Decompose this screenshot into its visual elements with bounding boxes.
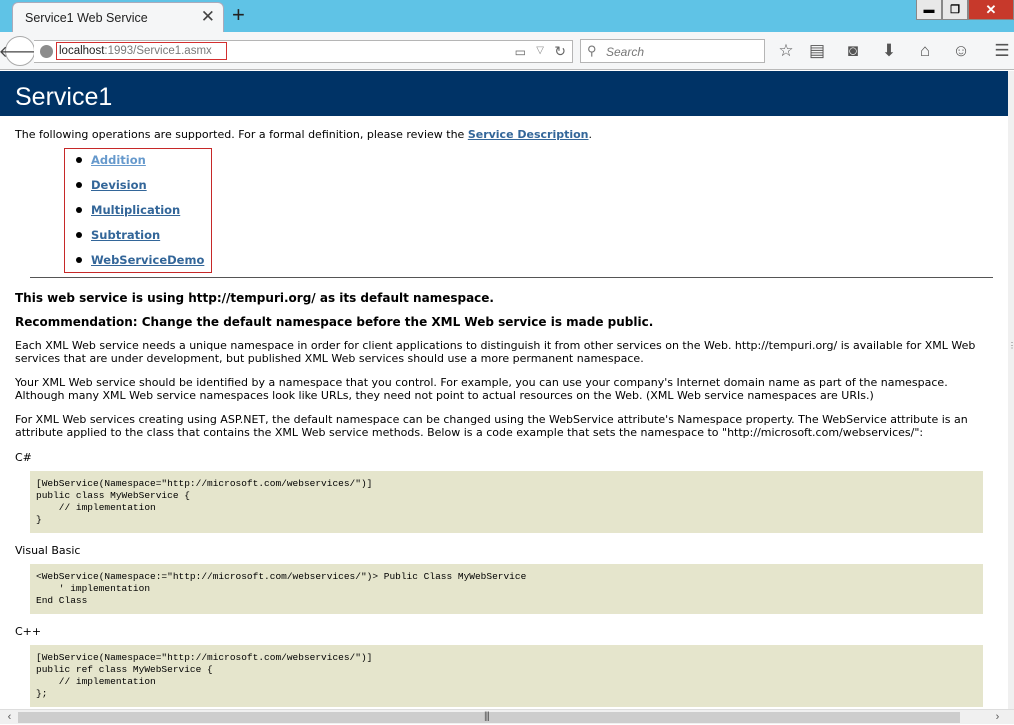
list-item: Multiplication bbox=[65, 201, 211, 226]
reader-view-icon[interactable]: ▭ bbox=[515, 45, 526, 59]
horizontal-scroll-thumb[interactable]: ||| bbox=[18, 711, 960, 723]
list-item: WebServiceDemo bbox=[65, 251, 211, 276]
service-description-link[interactable]: Service Description bbox=[468, 128, 589, 141]
intro-text: The following operations are supported. … bbox=[15, 128, 465, 141]
bookmarks-list-icon[interactable]: ▤ bbox=[807, 41, 827, 61]
close-window-button[interactable]: ✕ bbox=[968, 0, 1014, 20]
address-bar[interactable]: localhost:1993/Service1.asmx ▭ ▽ ↻ bbox=[34, 40, 573, 63]
back-button[interactable]: 🡐 bbox=[0, 36, 41, 66]
cpp-code-block: [WebService(Namespace="http://microsoft.… bbox=[30, 645, 983, 707]
search-icon: ⚲ bbox=[587, 43, 597, 58]
intro-paragraph: The following operations are supported. … bbox=[15, 128, 993, 142]
horizontal-scrollbar[interactable]: ‹ ||| › bbox=[0, 709, 1014, 724]
new-tab-button[interactable]: + bbox=[232, 4, 245, 26]
operation-link-webservicedemo[interactable]: WebServiceDemo bbox=[91, 253, 204, 267]
csharp-label: C# bbox=[15, 451, 32, 464]
namespace-paragraph-1: Each XML Web service needs a unique name… bbox=[15, 339, 976, 365]
browser-tab[interactable]: Service1 Web Service ✕ bbox=[12, 2, 224, 32]
home-icon[interactable]: ⌂ bbox=[915, 41, 935, 61]
scroll-grip-icon: ⋮ bbox=[1008, 341, 1014, 350]
recommendation-heading: Recommendation: Change the default names… bbox=[15, 315, 654, 329]
history-dropdown-icon[interactable]: ▽ bbox=[536, 45, 544, 56]
window-controls: ▬ ❐ ✕ bbox=[916, 0, 1014, 20]
page-content: The following operations are supported. … bbox=[0, 116, 1008, 707]
operation-link-addition[interactable]: Addition bbox=[91, 153, 146, 167]
url-text[interactable]: localhost:1993/Service1.asmx bbox=[59, 45, 212, 57]
page-viewport: Service1 The following operations are su… bbox=[0, 71, 1008, 709]
list-item: Devision bbox=[65, 176, 211, 201]
feedback-smiley-icon[interactable]: ☺ bbox=[951, 41, 971, 61]
list-item: Subtration bbox=[65, 226, 211, 251]
vertical-scrollbar[interactable]: ⋮ bbox=[1008, 71, 1014, 709]
vb-code-block: <WebService(Namespace:="http://microsoft… bbox=[30, 564, 983, 614]
tab-title: Service1 Web Service bbox=[25, 11, 148, 25]
url-host: localhost bbox=[59, 45, 105, 57]
namespace-notice: This web service is using http://tempuri… bbox=[15, 291, 494, 305]
downloads-icon[interactable]: ⬇ bbox=[879, 41, 899, 61]
vb-label: Visual Basic bbox=[15, 544, 81, 557]
operation-link-devision[interactable]: Devision bbox=[91, 178, 147, 192]
divider bbox=[30, 277, 993, 278]
namespace-paragraph-3: For XML Web services creating using ASP.… bbox=[15, 413, 968, 439]
url-path: :1993/Service1.asmx bbox=[104, 45, 212, 57]
title-bar: Service1 Web Service ✕ + ▬ ❐ ✕ bbox=[0, 0, 1014, 32]
scroll-right-arrow-icon[interactable]: › bbox=[990, 710, 1005, 725]
minimize-button[interactable]: ▬ bbox=[916, 0, 942, 20]
tab-close-icon[interactable]: ✕ bbox=[201, 8, 215, 26]
csharp-code-block: [WebService(Namespace="http://microsoft.… bbox=[30, 471, 983, 533]
page-title: Service1 bbox=[0, 71, 1008, 116]
namespace-paragraph-2: Your XML Web service should be identifie… bbox=[15, 376, 948, 402]
navigation-toolbar: 🡐 localhost:1993/Service1.asmx ▭ ▽ ↻ ⚲ S… bbox=[0, 32, 1014, 70]
cpp-label: C++ bbox=[15, 625, 42, 638]
operations-list: Addition Devision Multiplication Subtrat… bbox=[64, 148, 212, 273]
reload-icon[interactable]: ↻ bbox=[554, 43, 566, 60]
list-item: Addition bbox=[65, 151, 211, 176]
pocket-icon[interactable]: ◙ bbox=[843, 41, 863, 61]
menu-icon[interactable]: ☰ bbox=[992, 41, 1012, 61]
search-placeholder: Search bbox=[606, 45, 645, 59]
scroll-grip-icon: ||| bbox=[484, 711, 490, 722]
restore-button[interactable]: ❐ bbox=[942, 0, 968, 20]
operation-link-subtration[interactable]: Subtration bbox=[91, 228, 160, 242]
scroll-left-arrow-icon[interactable]: ‹ bbox=[2, 710, 17, 725]
intro-end: . bbox=[588, 128, 593, 141]
bookmark-star-icon[interactable]: ☆ bbox=[776, 41, 796, 61]
globe-icon bbox=[40, 45, 53, 58]
search-bar[interactable]: ⚲ Search bbox=[580, 39, 765, 63]
operation-link-multiplication[interactable]: Multiplication bbox=[91, 203, 180, 217]
